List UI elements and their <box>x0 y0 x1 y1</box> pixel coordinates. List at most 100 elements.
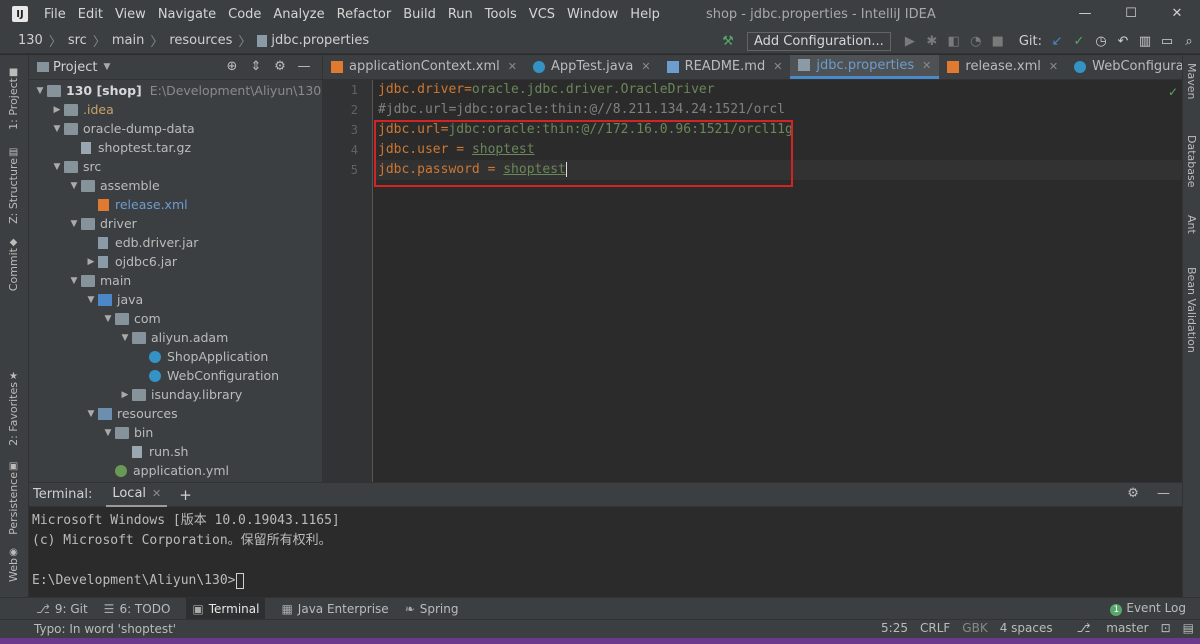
tree-node[interactable]: ▼ main <box>29 271 322 290</box>
chevron-down-icon[interactable]: ▼ <box>101 314 115 324</box>
git-update-icon[interactable]: ↙ <box>1046 34 1068 49</box>
menu-item-refactor[interactable]: Refactor <box>331 7 398 22</box>
breadcrumb-item[interactable]: main <box>112 33 144 48</box>
new-terminal-icon[interactable]: + <box>179 486 192 504</box>
gear-icon[interactable]: ⚙ <box>1127 486 1139 501</box>
menu-item-file[interactable]: File <box>38 7 72 22</box>
menu-item-help[interactable]: Help <box>624 7 666 22</box>
tree-node[interactable]: ▼ java <box>29 290 322 309</box>
tool-tab-2-favorites[interactable]: 2: Favorites★ <box>7 367 20 446</box>
tree-node[interactable]: ▼ oracle-dump-data <box>29 119 322 138</box>
tree-node[interactable]: shoptest.tar.gz <box>29 138 322 157</box>
menu-item-analyze[interactable]: Analyze <box>267 7 330 22</box>
file-encoding[interactable]: GBK <box>962 621 987 635</box>
close-icon[interactable]: ✕ <box>641 60 650 73</box>
caret-position[interactable]: 5:25 <box>881 621 908 635</box>
menu-item-view[interactable]: View <box>109 7 152 22</box>
tool-window-java-enterprise[interactable]: ▦ Java Enterprise <box>281 598 388 620</box>
menu-item-navigate[interactable]: Navigate <box>152 7 222 22</box>
menu-item-vcs[interactable]: VCS <box>523 7 561 22</box>
build-hammer-icon[interactable]: ⚒ <box>717 34 739 49</box>
tree-node[interactable]: ▼ driver <box>29 214 322 233</box>
chevron-down-icon[interactable]: ▼ <box>67 276 81 286</box>
breadcrumb-item[interactable]: src <box>68 33 87 48</box>
tree-node[interactable]: ▶ .idea <box>29 100 322 119</box>
event-log-button[interactable]: 1 Event Log <box>1110 601 1186 616</box>
presentation-icon[interactable]: ▭ <box>1156 34 1178 49</box>
minimize-button[interactable]: — <box>1062 0 1108 28</box>
tree-node[interactable]: ShopApplication <box>29 347 322 366</box>
hide-icon[interactable]: — <box>1157 486 1170 501</box>
chevron-down-icon[interactable]: ▼ <box>67 219 81 229</box>
tool-window-spring[interactable]: ❧ Spring <box>405 598 459 620</box>
add-configuration-button[interactable]: Add Configuration... <box>746 31 891 51</box>
code-line[interactable]: #jdbc.url=jdbc:oracle:thin:@//8.211.134.… <box>374 100 1183 120</box>
breadcrumb-item[interactable]: 130 <box>18 33 43 48</box>
terminal-tab-local[interactable]: Local ✕ <box>106 483 168 507</box>
chevron-down-icon[interactable]: ▼ <box>101 428 115 438</box>
close-button[interactable]: ✕ <box>1154 0 1200 28</box>
tool-tab-database[interactable]: Database <box>1185 135 1198 188</box>
tree-node[interactable]: edb.driver.jar <box>29 233 322 252</box>
chevron-down-icon[interactable]: ▼ <box>50 162 64 172</box>
menu-item-window[interactable]: Window <box>561 7 624 22</box>
editor-tab[interactable]: WebConfiguration.java✕ <box>1066 55 1182 79</box>
gear-icon[interactable]: ⚙ <box>268 59 292 74</box>
editor-tab[interactable]: jdbc.properties ✕ <box>790 55 940 79</box>
stop-icon[interactable]: ■ <box>987 34 1009 49</box>
editor-tab[interactable]: applicationContext.xml ✕ <box>323 55 525 79</box>
git-commit-icon[interactable]: ✓ <box>1068 34 1090 49</box>
inspection-ok-icon[interactable]: ✓ <box>1168 85 1178 99</box>
tree-node[interactable]: ▼ com <box>29 309 322 328</box>
chevron-down-icon[interactable]: ▼ <box>103 62 110 72</box>
close-icon[interactable]: ✕ <box>773 60 782 73</box>
lock-icon[interactable]: ⊡ <box>1161 621 1171 635</box>
git-branch[interactable]: ⎇ master <box>1065 621 1149 635</box>
chevron-down-icon[interactable]: ▼ <box>67 181 81 191</box>
editor-tab[interactable]: README.md ✕ <box>659 55 791 79</box>
tree-node[interactable]: ▼ bin <box>29 423 322 442</box>
close-icon[interactable]: ✕ <box>152 487 161 500</box>
menu-item-build[interactable]: Build <box>397 7 442 22</box>
locate-icon[interactable]: ⊕ <box>220 59 244 74</box>
indent-setting[interactable]: 4 spaces <box>1000 621 1053 635</box>
editor-tab[interactable]: AppTest.java ✕ <box>525 55 659 79</box>
menu-item-code[interactable]: Code <box>222 7 267 22</box>
event-icon[interactable]: ▤ <box>1183 621 1194 635</box>
close-icon[interactable]: ✕ <box>1049 60 1058 73</box>
code-line[interactable]: jdbc.driver=oracle.jdbc.driver.OracleDri… <box>374 80 1183 100</box>
tool-tab-1-project[interactable]: 1: Project■ <box>7 63 20 130</box>
run-icon[interactable]: ▶ <box>899 34 921 49</box>
menu-item-run[interactable]: Run <box>442 7 479 22</box>
project-structure-icon[interactable]: ▥ <box>1134 34 1156 49</box>
tool-window-9-git[interactable]: ⎇ 9: Git <box>36 598 88 620</box>
tree-node[interactable]: ▼ aliyun.adam <box>29 328 322 347</box>
chevron-right-icon[interactable]: ▶ <box>50 105 64 115</box>
tool-window-terminal[interactable]: ▣ Terminal <box>186 597 266 620</box>
profile-icon[interactable]: ◔ <box>965 34 987 49</box>
tree-node[interactable]: WebConfiguration <box>29 366 322 385</box>
project-panel-title[interactable]: Project <box>53 60 97 75</box>
chevron-down-icon[interactable]: ▼ <box>84 409 98 419</box>
breadcrumb-item[interactable]: resources <box>169 33 232 48</box>
tree-node[interactable]: run.sh <box>29 442 322 461</box>
collapse-all-icon[interactable]: ⇕ <box>244 59 268 74</box>
breadcrumb-item[interactable]: jdbc.properties <box>271 33 369 48</box>
close-icon[interactable]: ✕ <box>922 59 931 72</box>
tree-node[interactable]: release.xml <box>29 195 322 214</box>
tool-tab-maven[interactable]: Maven <box>1185 63 1198 99</box>
editor-tab[interactable]: release.xml ✕ <box>939 55 1066 79</box>
chevron-down-icon[interactable]: ▼ <box>33 86 47 96</box>
tree-node[interactable]: ▼ src <box>29 157 322 176</box>
coverage-icon[interactable]: ◧ <box>943 34 965 49</box>
chevron-down-icon[interactable]: ▼ <box>84 295 98 305</box>
tool-tab-persistence[interactable]: Persistence▣ <box>7 457 20 535</box>
chevron-right-icon[interactable]: ▶ <box>118 390 132 400</box>
line-separator[interactable]: CRLF <box>920 621 950 635</box>
chevron-right-icon[interactable]: ▶ <box>84 257 98 267</box>
chevron-down-icon[interactable]: ▼ <box>118 333 132 343</box>
hide-icon[interactable]: — <box>292 59 316 74</box>
chevron-down-icon[interactable]: ▼ <box>50 124 64 134</box>
tool-tab-commit[interactable]: Commit◆ <box>7 233 20 291</box>
terminal-output[interactable]: Microsoft Windows [版本 10.0.19043.1165] (c… <box>29 507 1182 591</box>
